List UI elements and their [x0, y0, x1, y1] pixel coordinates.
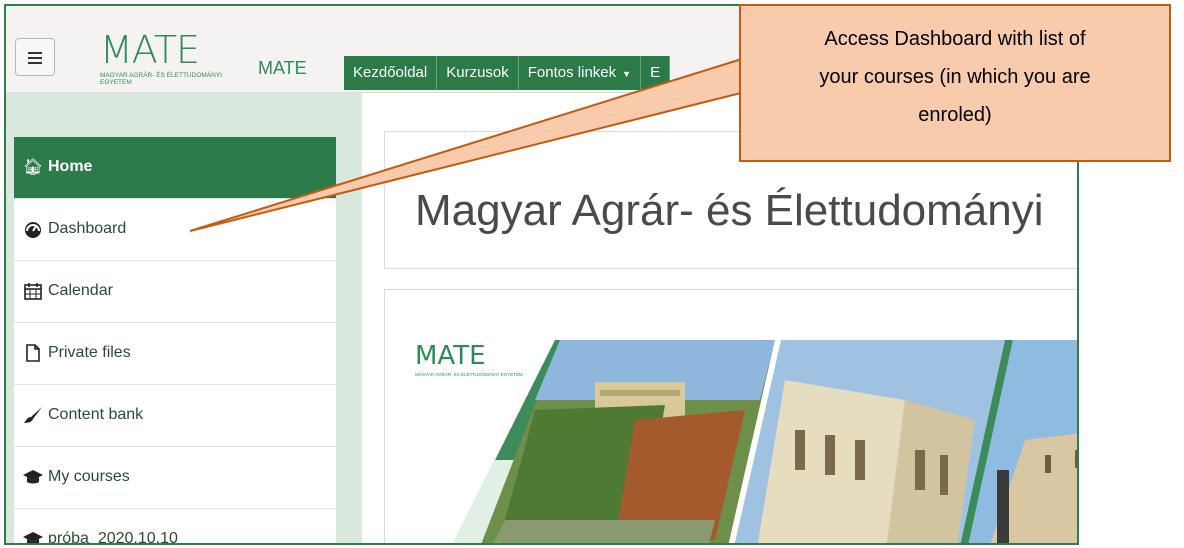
callout-line: your courses (in which you are	[819, 66, 1091, 88]
callout-line: Access Dashboard with list of	[824, 28, 1086, 50]
annotation-callout: Access Dashboard with list of your cours…	[739, 4, 1171, 162]
callout-line: enroled)	[918, 104, 992, 126]
